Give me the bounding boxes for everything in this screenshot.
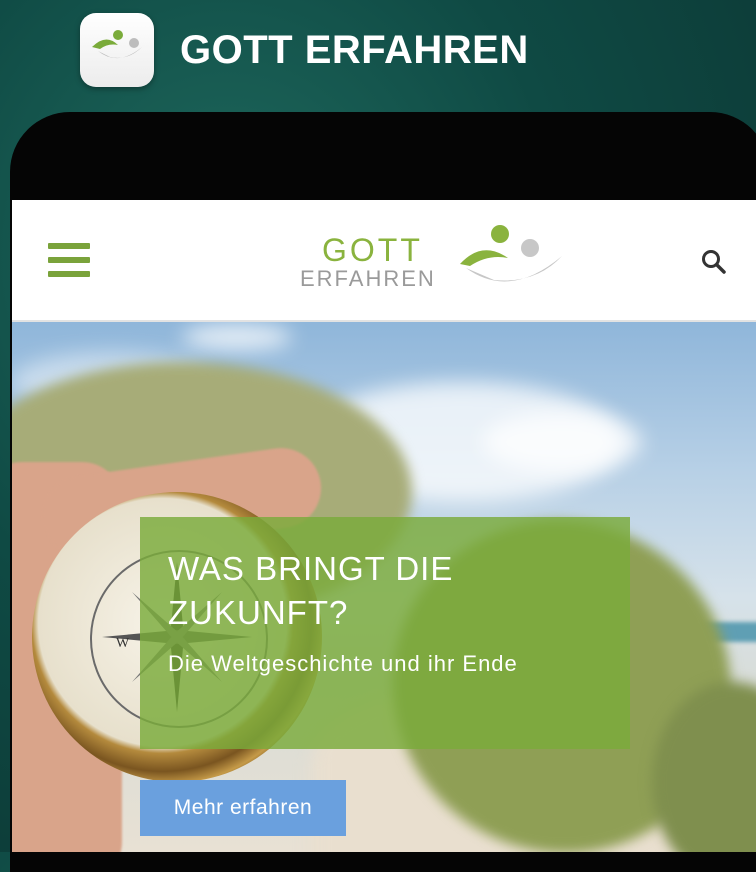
cloud <box>182 324 292 350</box>
mehr-erfahren-button[interactable]: Mehr erfahren <box>140 780 346 836</box>
app-header: GOTT ERFAHREN <box>0 0 756 110</box>
phone-screen: GOTT ERFAHREN W WAS BRINGT DIE ZUKUNFT? … <box>12 200 756 852</box>
app-icon[interactable] <box>80 13 154 87</box>
hero-headline: WAS BRINGT DIE ZUKUNFT? <box>168 550 454 631</box>
site-logo[interactable]: GOTT ERFAHREN <box>300 222 570 294</box>
hero-subline: Die Weltgeschichte und ihr Ende <box>168 651 518 676</box>
hero-text-box: WAS BRINGT DIE ZUKUNFT? Die Weltgeschich… <box>140 517 630 749</box>
svg-text:W: W <box>116 636 130 651</box>
logo-mark-icon <box>460 225 562 282</box>
logo-mark-icon <box>92 30 142 59</box>
cloud <box>482 412 642 472</box>
hamburger-menu-icon[interactable] <box>48 243 90 277</box>
app-title: GOTT ERFAHREN <box>180 28 529 72</box>
logo-text-erfahren: ERFAHREN <box>300 266 436 291</box>
site-navbar: GOTT ERFAHREN <box>12 200 756 322</box>
logo-text-gott: GOTT <box>322 232 423 268</box>
search-icon[interactable] <box>700 248 728 276</box>
hero-banner: W WAS BRINGT DIE ZUKUNFT? Die Weltgeschi… <box>12 322 756 852</box>
